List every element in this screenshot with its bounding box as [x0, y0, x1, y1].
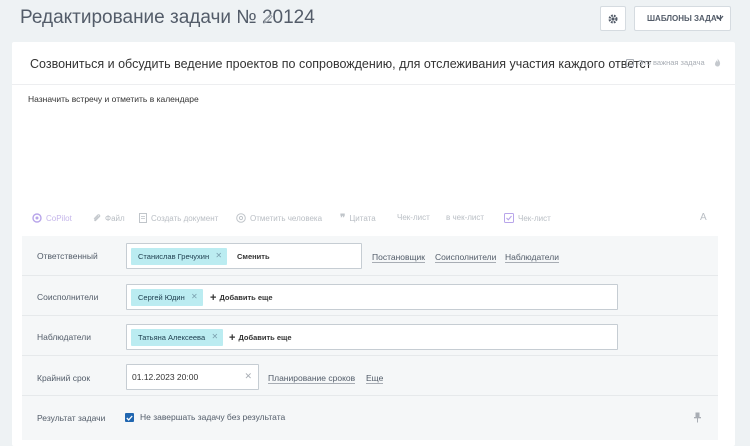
more-link[interactable]: Еще	[366, 373, 384, 384]
paperclip-icon	[93, 214, 101, 222]
task-templates-label: ШАБЛОНЫ ЗАДАЧ	[647, 14, 722, 23]
add-observer-label: Добавить еще	[238, 333, 292, 342]
checklist-button[interactable]: Чек-лист	[397, 213, 430, 222]
responsible-chip: Станислав Гречухин ✕	[131, 248, 228, 265]
observers-link[interactable]: Наблюдатели	[505, 252, 559, 263]
page-header: Редактирование задачи № 20124 ШАБЛОНЫ ЗА…	[0, 0, 750, 40]
create-document-label: Создать документ	[151, 213, 219, 223]
pencil-icon[interactable]	[263, 13, 273, 25]
important-task-toggle[interactable]: Это важная задача	[626, 58, 721, 67]
deadline-input[interactable]: 01.12.2023 20:00 ✕	[126, 364, 259, 390]
add-coexecutor-button[interactable]: + Добавить еще	[210, 291, 273, 304]
coexecutors-link[interactable]: Соисполнители	[435, 252, 497, 263]
observers-label: Наблюдатели	[37, 332, 91, 342]
editor-toolbar: CoPilot Файл Создать документ Отметить ч…	[32, 212, 722, 228]
change-responsible-button[interactable]: Сменить	[237, 252, 270, 261]
result-label: Результат задачи	[37, 413, 106, 423]
require-result-checkbox[interactable]	[125, 413, 134, 422]
to-checklist-button[interactable]: в чек-лист	[446, 213, 484, 222]
change-label: Сменить	[237, 252, 270, 261]
quote-label: Цитата	[349, 214, 376, 223]
chevron-down-icon	[716, 15, 724, 21]
checklist-icon	[504, 213, 514, 223]
pin-icon[interactable]	[694, 412, 701, 423]
remove-coexecutor-icon[interactable]: ✕	[191, 292, 198, 301]
mention-button[interactable]: Отметить человека	[236, 213, 322, 223]
copilot-button[interactable]: CoPilot	[32, 213, 72, 223]
quote-button[interactable]: ❞ Цитата	[340, 213, 376, 224]
coexecutors-row: Соисполнители Сергей Юдин ✕ + Добавить е…	[22, 276, 718, 316]
attach-file-button[interactable]: Файл	[92, 213, 125, 223]
deadline-value: 01.12.2023 20:00	[132, 372, 199, 382]
checkmark-icon	[126, 415, 133, 421]
file-label: Файл	[105, 213, 125, 223]
settings-button[interactable]	[600, 6, 626, 31]
remove-observer-icon[interactable]: ✕	[211, 332, 218, 341]
task-title-input[interactable]: Созвониться и обсудить ведение проектов …	[30, 57, 651, 71]
deadline-label: Крайний срок	[37, 373, 91, 383]
coexecutors-label: Соисполнители	[37, 292, 99, 302]
divider	[12, 84, 735, 85]
checklist-label: Чек-лист	[397, 213, 430, 222]
observers-row: Наблюдатели Татьяна Алексеева ✕ + Добави…	[22, 316, 718, 356]
deadline-row: Крайний срок 01.12.2023 20:00 ✕ Планиров…	[22, 356, 718, 396]
creator-link[interactable]: Постановщик	[372, 252, 426, 263]
at-sign-icon	[236, 213, 246, 223]
observer-chip: Татьяна Алексеева ✕	[131, 329, 224, 346]
mention-label: Отметить человека	[250, 213, 323, 223]
remove-responsible-icon[interactable]: ✕	[215, 251, 222, 260]
task-fields-panel: Ответственный Станислав Гречухин ✕ Смени…	[22, 236, 718, 440]
require-result-label: Не завершать задачу без результата	[140, 412, 286, 422]
time-planning-link[interactable]: Планирование сроков	[268, 373, 356, 384]
important-checkbox[interactable]	[626, 58, 634, 67]
copilot-label: CoPilot	[46, 213, 72, 223]
responsible-label: Ответственный	[37, 251, 98, 261]
important-label: Это важная задача	[638, 58, 705, 67]
document-icon	[139, 213, 147, 223]
to-checklist-label: в чек-лист	[446, 213, 485, 222]
responsible-row: Ответственный Станислав Гречухин ✕ Смени…	[22, 236, 718, 276]
result-row: Результат задачи Не завершать задачу без…	[22, 396, 718, 436]
create-document-button[interactable]: Создать документ	[139, 213, 218, 223]
responsible-name: Станислав Гречухин	[138, 252, 210, 261]
task-edit-card: Созвониться и обсудить ведение проектов …	[12, 42, 735, 446]
add-coexecutor-label: Добавить еще	[219, 293, 273, 302]
quote-icon: ❞	[340, 213, 346, 224]
observers-field[interactable]: Татьяна Алексеева ✕ + Добавить еще	[126, 324, 618, 350]
task-description-editor[interactable]: Назначить встречу и отметить в календаре	[28, 94, 199, 104]
coexecutors-field[interactable]: Сергей Юдин ✕ + Добавить еще	[126, 284, 618, 310]
clear-date-icon[interactable]: ✕	[244, 371, 252, 382]
plus-icon: +	[229, 331, 236, 344]
observer-name: Татьяна Алексеева	[138, 333, 206, 342]
gear-icon	[608, 13, 618, 24]
checklist-add-label: Чек-лист	[518, 213, 551, 223]
coexecutor-chip: Сергей Юдин ✕	[131, 289, 203, 306]
task-templates-button[interactable]: ШАБЛОНЫ ЗАДАЧ	[634, 6, 731, 31]
responsible-field[interactable]: Станислав Гречухин ✕ Сменить	[126, 243, 362, 269]
checklist-add-button[interactable]: Чек-лист	[504, 213, 551, 223]
coexecutor-name: Сергей Юдин	[138, 293, 185, 302]
text-format-button[interactable]: A	[700, 212, 707, 223]
copilot-icon	[32, 213, 42, 223]
add-observer-button[interactable]: + Добавить еще	[229, 331, 292, 344]
flame-icon	[714, 58, 720, 67]
plus-icon: +	[210, 291, 217, 304]
